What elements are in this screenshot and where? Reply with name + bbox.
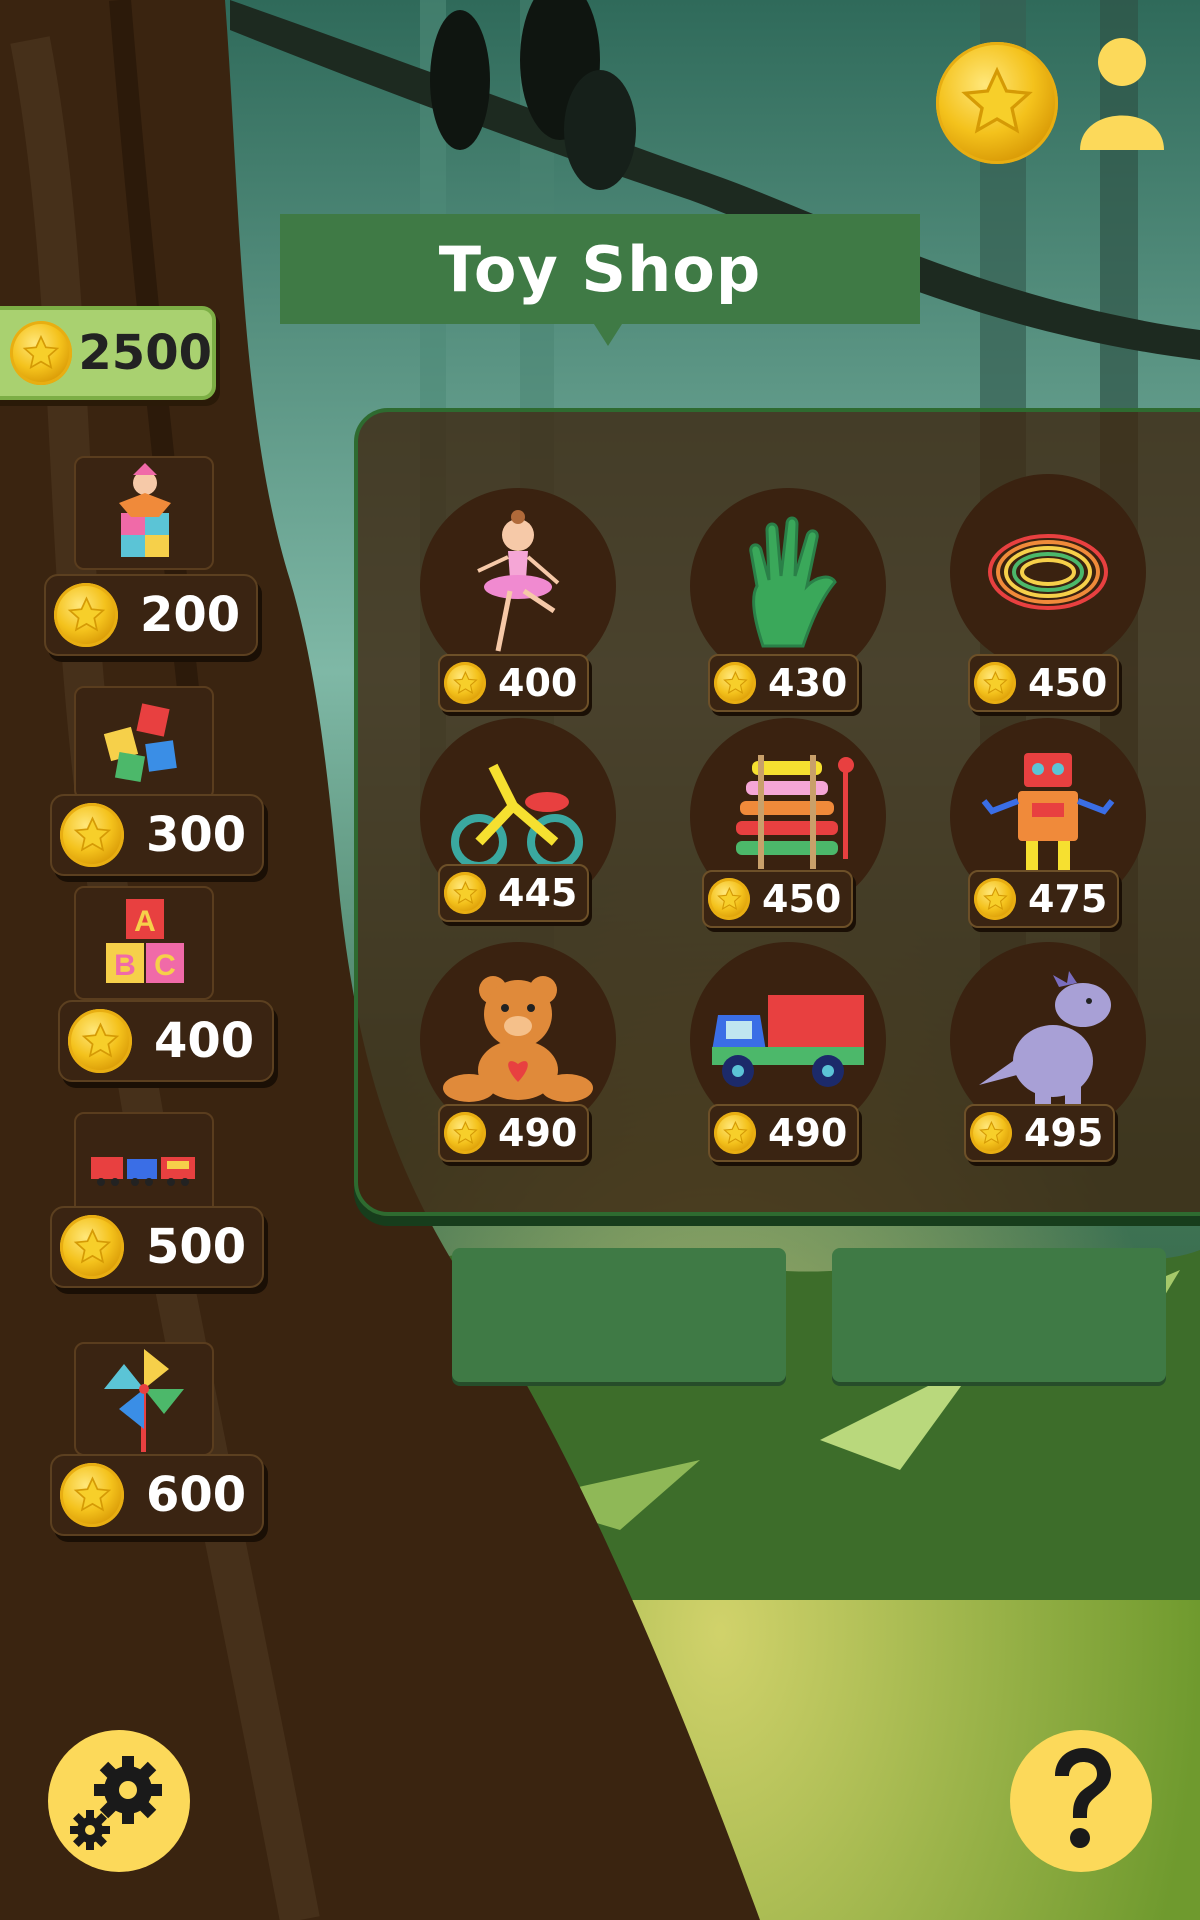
action-button-left[interactable] (452, 1248, 786, 1382)
toy-price[interactable]: 490 (708, 1104, 860, 1162)
side-price-500[interactable]: 500 (50, 1206, 264, 1288)
toy-price-label: 450 (1028, 661, 1108, 705)
coin-icon (60, 1463, 124, 1527)
coin-icon (714, 1112, 756, 1154)
coin-icon (10, 321, 73, 385)
toy-robot[interactable]: 475 (950, 718, 1150, 928)
coin-icon (974, 662, 1016, 704)
coin-icon (54, 583, 118, 647)
toy-price[interactable]: 445 (438, 864, 590, 922)
toy-dinosaur[interactable]: 495 (950, 942, 1150, 1162)
abc-blocks-icon[interactable]: A B C (74, 886, 214, 1000)
coin-icon (974, 878, 1016, 920)
jack-in-box-icon[interactable] (74, 456, 214, 570)
side-price-400[interactable]: 400 (58, 1000, 274, 1082)
coin-icon (60, 803, 124, 867)
coin-balance: 2500 (0, 306, 216, 400)
side-price-label: 600 (146, 1467, 247, 1523)
svg-text:C: C (154, 949, 176, 982)
toy-price[interactable]: 400 (438, 654, 590, 712)
toy-slime-hand[interactable]: 430 (690, 488, 890, 712)
side-price-label: 400 (154, 1013, 255, 1069)
toy-tricycle[interactable]: 445 (420, 718, 620, 922)
toy-price-label: 490 (768, 1111, 848, 1155)
pinwheel-icon[interactable] (74, 1342, 214, 1456)
toy-price-label: 495 (1024, 1111, 1104, 1155)
balance-amount: 2500 (78, 325, 212, 381)
coin-icon (444, 872, 486, 914)
toy-price[interactable]: 475 (968, 870, 1120, 928)
action-button-right[interactable] (832, 1248, 1166, 1382)
toy-price-label: 450 (762, 877, 842, 921)
toy-price[interactable]: 490 (438, 1104, 590, 1162)
puzzle-icon[interactable] (74, 686, 214, 800)
gear-icon (70, 1756, 162, 1850)
toy-ballerina[interactable]: 400 (420, 488, 620, 712)
side-price-600[interactable]: 600 (50, 1454, 264, 1536)
toy-xylophone[interactable]: 450 (690, 718, 890, 928)
toy-price[interactable]: 495 (964, 1104, 1116, 1162)
side-price-200[interactable]: 200 (44, 574, 258, 656)
toy-teddy-bear[interactable]: 490 (420, 942, 620, 1162)
svg-text:B: B (114, 949, 136, 982)
spring-icon (950, 474, 1146, 670)
toy-price-label: 430 (768, 661, 848, 705)
page-title: Toy Shop (438, 232, 762, 306)
toy-truck[interactable]: 490 (690, 942, 890, 1162)
coin-icon (970, 1112, 1012, 1154)
user-profile-icon[interactable] (1076, 34, 1168, 150)
banner-pointer (594, 324, 622, 346)
toy-rainbow-spring[interactable]: 450 (950, 474, 1150, 712)
toy-price[interactable]: 450 (702, 870, 854, 928)
side-price-label: 300 (146, 807, 247, 863)
shop-title-banner: Toy Shop (280, 214, 920, 324)
coin-icon (68, 1009, 132, 1073)
coin-icon (444, 1112, 486, 1154)
svg-text:A: A (134, 905, 156, 938)
side-price-label: 200 (140, 587, 241, 643)
side-price-300[interactable]: 300 (50, 794, 264, 876)
toy-price-label: 400 (498, 661, 578, 705)
star-coin-icon[interactable] (936, 42, 1058, 164)
toy-price-label: 445 (498, 871, 578, 915)
coin-icon (708, 878, 750, 920)
question-mark-icon (1055, 1748, 1111, 1848)
coin-icon (444, 662, 486, 704)
settings-button[interactable] (48, 1730, 190, 1872)
side-price-label: 500 (146, 1219, 247, 1275)
help-button[interactable] (1010, 1730, 1152, 1872)
coin-icon (60, 1215, 124, 1279)
toy-price-label: 490 (498, 1111, 578, 1155)
coin-icon (714, 662, 756, 704)
toy-price[interactable]: 450 (968, 654, 1120, 712)
toy-price-label: 475 (1028, 877, 1108, 921)
toy-price[interactable]: 430 (708, 654, 860, 712)
